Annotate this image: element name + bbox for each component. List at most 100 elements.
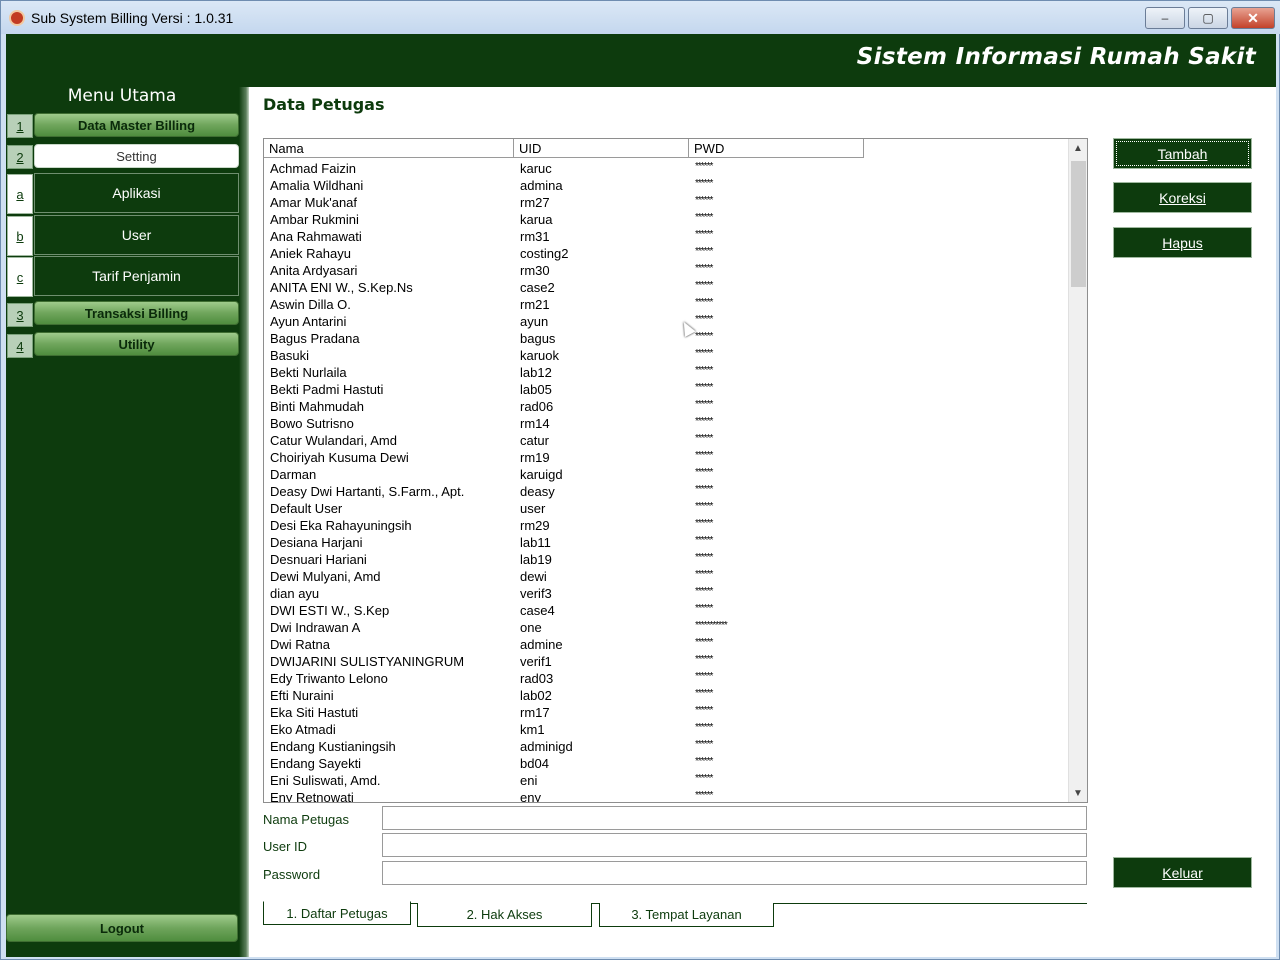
submenu-key-a[interactable]: a — [7, 174, 33, 214]
cell-nama: Eni Suliswati, Amd. — [270, 773, 381, 788]
cell-uid: rm29 — [520, 518, 550, 533]
vertical-scrollbar[interactable]: ▲ ▼ — [1068, 139, 1087, 802]
table-row[interactable]: Bekti Nurlaila lab12 ****** — [264, 364, 1069, 381]
minimize-button[interactable]: – — [1145, 7, 1185, 29]
cell-uid: karua — [520, 212, 553, 227]
table-row[interactable]: Desnuari Hariani lab19 ****** — [264, 551, 1069, 568]
scroll-down-icon[interactable]: ▼ — [1069, 784, 1087, 802]
cell-nama: dian ayu — [270, 586, 320, 601]
table-row[interactable]: Desiana Harjani lab11 ****** — [264, 534, 1069, 551]
close-button[interactable]: ✕ — [1231, 7, 1275, 29]
table-row[interactable]: Endang Kustianingsih adminigd ****** — [264, 738, 1069, 755]
password-input[interactable] — [382, 861, 1087, 885]
cell-pwd: *********** — [695, 620, 728, 631]
cell-pwd: ****** — [695, 263, 713, 274]
cell-nama: Basuki — [270, 348, 310, 363]
submenu-key-b[interactable]: b — [7, 216, 33, 256]
scroll-thumb[interactable] — [1071, 161, 1086, 287]
koreksi-button[interactable]: Koreksi — [1113, 182, 1252, 213]
cell-nama: Desi Eka Rahayuningsih — [270, 518, 412, 533]
menu-num-3[interactable]: 3 — [7, 303, 33, 327]
table-row[interactable]: Bekti Padmi Hastuti lab05 ****** — [264, 381, 1069, 398]
cell-uid: case4 — [520, 603, 555, 618]
cell-nama: Darman — [270, 467, 317, 482]
table-row[interactable]: Desi Eka Rahayuningsih rm29 ****** — [264, 517, 1069, 534]
cell-pwd: ****** — [695, 705, 713, 716]
cell-nama: Desnuari Hariani — [270, 552, 367, 567]
cell-uid: rad03 — [520, 671, 554, 686]
column-header-uid[interactable]: UID — [514, 139, 689, 158]
table-row[interactable]: Edy Triwanto Lelono rad03 ****** — [264, 670, 1069, 687]
table-row[interactable]: ANITA ENI W., S.Kep.Ns case2 ****** — [264, 279, 1069, 296]
table-row[interactable]: DWI ESTI W., S.Kep case4 ****** — [264, 602, 1069, 619]
table-row[interactable]: Bowo Sutrisno rm14 ****** — [264, 415, 1069, 432]
keluar-button[interactable]: Keluar — [1113, 857, 1252, 888]
table-row[interactable]: Aswin Dilla O. rm21 ****** — [264, 296, 1069, 313]
table-row[interactable]: Endang Sayekti bd04 ****** — [264, 755, 1069, 772]
table-row[interactable]: Choiriyah Kusuma Dewi rm19 ****** — [264, 449, 1069, 466]
table-row[interactable]: Bagus Pradana bagus ****** — [264, 330, 1069, 347]
table-row[interactable]: dian ayu verif3 ****** — [264, 585, 1069, 602]
logout-button[interactable]: Logout — [6, 914, 238, 942]
submenu-user[interactable]: User — [34, 215, 239, 255]
menu-utility[interactable]: Utility — [34, 332, 239, 356]
table-row[interactable]: Dwi Ratna admine ****** — [264, 636, 1069, 653]
cell-nama: Eka Siti Hastuti — [270, 705, 359, 720]
menu-num-2[interactable]: 2 — [7, 145, 33, 169]
column-header-pwd[interactable]: PWD — [689, 139, 864, 158]
cell-pwd: ****** — [695, 314, 713, 325]
table-row[interactable]: Eny Retnowati eny ****** — [264, 789, 1069, 803]
cell-uid: adminigd — [520, 739, 573, 754]
table-row[interactable]: Amar Muk'anaf rm27 ****** — [264, 194, 1069, 211]
menu-num-1[interactable]: 1 — [7, 114, 33, 138]
cell-uid: eny — [520, 790, 541, 803]
table-row[interactable]: Dewi Mulyani, Amd dewi ****** — [264, 568, 1069, 585]
cell-pwd: ****** — [695, 365, 713, 376]
table-row[interactable]: Amalia Wildhani admina ****** — [264, 177, 1069, 194]
table-row[interactable]: Anita Ardyasari rm30 ****** — [264, 262, 1069, 279]
menu-data-master-billing[interactable]: Data Master Billing — [34, 113, 239, 137]
table-row[interactable]: Default User user ****** — [264, 500, 1069, 517]
submenu-aplikasi[interactable]: Aplikasi — [34, 173, 239, 213]
table-row[interactable]: Achmad Faizin karuc ****** — [264, 160, 1069, 177]
tab-tempat-layanan[interactable]: 3. Tempat Layanan — [599, 903, 774, 927]
tambah-button[interactable]: Tambah — [1113, 138, 1252, 169]
table-row[interactable]: Dwi Indrawan A one *********** — [264, 619, 1069, 636]
menu-num-4[interactable]: 4 — [7, 334, 33, 358]
menu-transaksi-billing[interactable]: Transaksi Billing — [34, 301, 239, 325]
cell-nama: DWI ESTI W., S.Kep — [270, 603, 390, 618]
table-row[interactable]: Deasy Dwi Hartanti, S.Farm., Apt. deasy **… — [264, 483, 1069, 500]
tab-daftar-petugas[interactable]: 1. Daftar Petugas — [263, 901, 411, 925]
cell-uid: rm17 — [520, 705, 550, 720]
table-row[interactable]: Darman karuigd ****** — [264, 466, 1069, 483]
nama-petugas-input[interactable] — [382, 806, 1087, 830]
maximize-button[interactable]: ▢ — [1188, 7, 1228, 29]
table-row[interactable]: Catur Wulandari, Amd catur ****** — [264, 432, 1069, 449]
cell-pwd: ****** — [695, 688, 713, 699]
cell-uid: user — [520, 501, 546, 516]
user-id-input[interactable] — [382, 833, 1087, 857]
table-row[interactable]: Ana Rahmawati rm31 ****** — [264, 228, 1069, 245]
hapus-button[interactable]: Hapus — [1113, 227, 1252, 258]
table-row[interactable]: DWIJARINI SULISTYANINGRUM verif1 ****** — [264, 653, 1069, 670]
menu-setting[interactable]: Setting — [34, 144, 239, 168]
cell-nama: Achmad Faizin — [270, 161, 356, 176]
table-row[interactable]: Basuki karuok ****** — [264, 347, 1069, 364]
table-row[interactable]: Eni Suliswati, Amd. eni ****** — [264, 772, 1069, 789]
table-row[interactable]: Eko Atmadi km1 ****** — [264, 721, 1069, 738]
table-row[interactable]: Ayun Antarini ayun ****** — [264, 313, 1069, 330]
tab-hak-akses[interactable]: 2. Hak Akses — [417, 903, 592, 927]
cell-uid: bd04 — [520, 756, 549, 771]
table-row[interactable]: Binti Mahmudah rad06 ****** — [264, 398, 1069, 415]
petugas-table[interactable]: Nama UID PWD Achmad Faizin karuc ****** Ama… — [263, 138, 1088, 803]
cell-uid: admine — [520, 637, 563, 652]
cell-uid: rm14 — [520, 416, 550, 431]
submenu-tarif-penjamin[interactable]: Tarif Penjamin — [34, 256, 239, 296]
table-row[interactable]: Eka Siti Hastuti rm17 ****** — [264, 704, 1069, 721]
column-header-nama[interactable]: Nama — [264, 139, 514, 158]
table-row[interactable]: Efti Nuraini lab02 ****** — [264, 687, 1069, 704]
table-row[interactable]: Aniek Rahayu costing2 ****** — [264, 245, 1069, 262]
scroll-up-icon[interactable]: ▲ — [1069, 139, 1087, 157]
submenu-key-c[interactable]: c — [7, 257, 33, 297]
table-row[interactable]: Ambar Rukmini karua ****** — [264, 211, 1069, 228]
